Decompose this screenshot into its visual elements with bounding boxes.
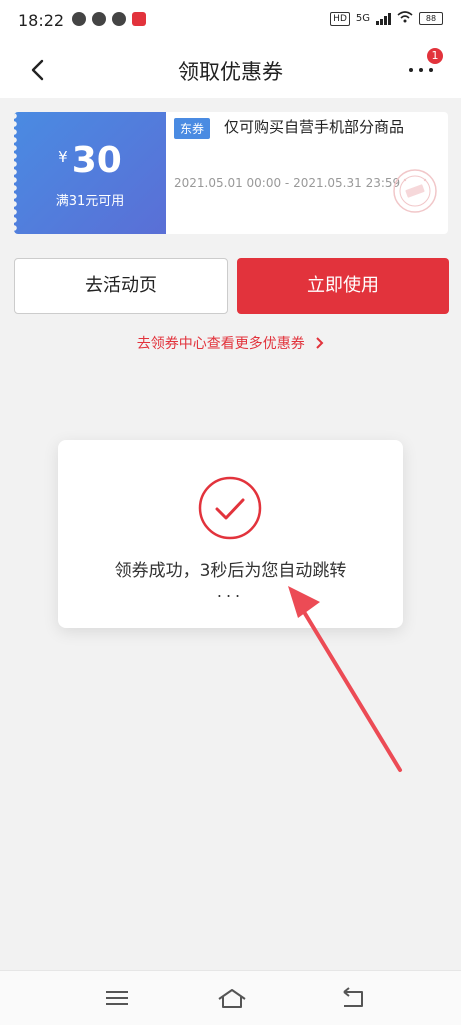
more-icon[interactable] <box>407 62 435 78</box>
status-system-icons: HD 5G 88 <box>330 11 443 26</box>
system-nav-bar <box>0 970 461 1025</box>
network-type: 5G <box>355 13 370 24</box>
chevron-right-icon <box>315 336 324 352</box>
coupon-center-link-label: 去领券中心查看更多优惠券 <box>136 336 305 352</box>
return-icon[interactable] <box>340 987 366 1009</box>
success-check-icon <box>198 476 262 540</box>
coupon-value: 30 <box>71 140 122 181</box>
page-title: 领取优惠券 <box>178 60 283 84</box>
home-icon[interactable] <box>217 987 247 1009</box>
compass-icon <box>112 12 126 26</box>
coupon-center-link[interactable]: 去领券中心查看更多优惠券 <box>0 333 461 353</box>
go-activity-button[interactable]: 去活动页 <box>14 258 228 314</box>
status-notification-icons <box>72 12 146 26</box>
coupon-value-panel: ¥30 满31元可用 <box>14 112 166 234</box>
wifi-icon <box>397 11 413 26</box>
coupon-card: ¥30 满31元可用 东券 仅可购买自营手机部分商品 2021.05.01 00… <box>14 112 448 234</box>
currency-symbol: ¥ <box>58 148 68 166</box>
coupon-amount: ¥30 <box>14 140 166 181</box>
notification-icon <box>92 12 106 26</box>
coupon-condition: 满31元可用 <box>55 194 125 209</box>
annotation-arrow <box>280 580 410 780</box>
received-stamp-icon <box>392 168 438 214</box>
success-message: 领券成功，3秒后为您自动跳转 <box>114 561 347 581</box>
coupon-description: 仅可购买自营手机部分商品 <box>224 118 405 136</box>
status-time: 18:22 <box>18 11 65 30</box>
app-icon <box>132 12 146 26</box>
coupon-validity: 2021.05.01 00:00 - 2021.05.31 23:59 <box>174 176 401 190</box>
status-bar: 18:22 HD 5G 88 <box>0 0 461 42</box>
notification-badge: 1 <box>427 48 443 64</box>
signal-icon <box>376 12 391 25</box>
menu-icon[interactable] <box>104 987 130 1009</box>
use-now-button[interactable]: 立即使用 <box>237 258 449 314</box>
nav-bar: 领取优惠券 1 <box>0 42 461 98</box>
coupon-tag: 东券 <box>174 118 211 139</box>
search-app-icon <box>72 12 86 26</box>
battery-icon: 88 <box>419 12 443 25</box>
hd-icon: HD <box>330 11 350 26</box>
